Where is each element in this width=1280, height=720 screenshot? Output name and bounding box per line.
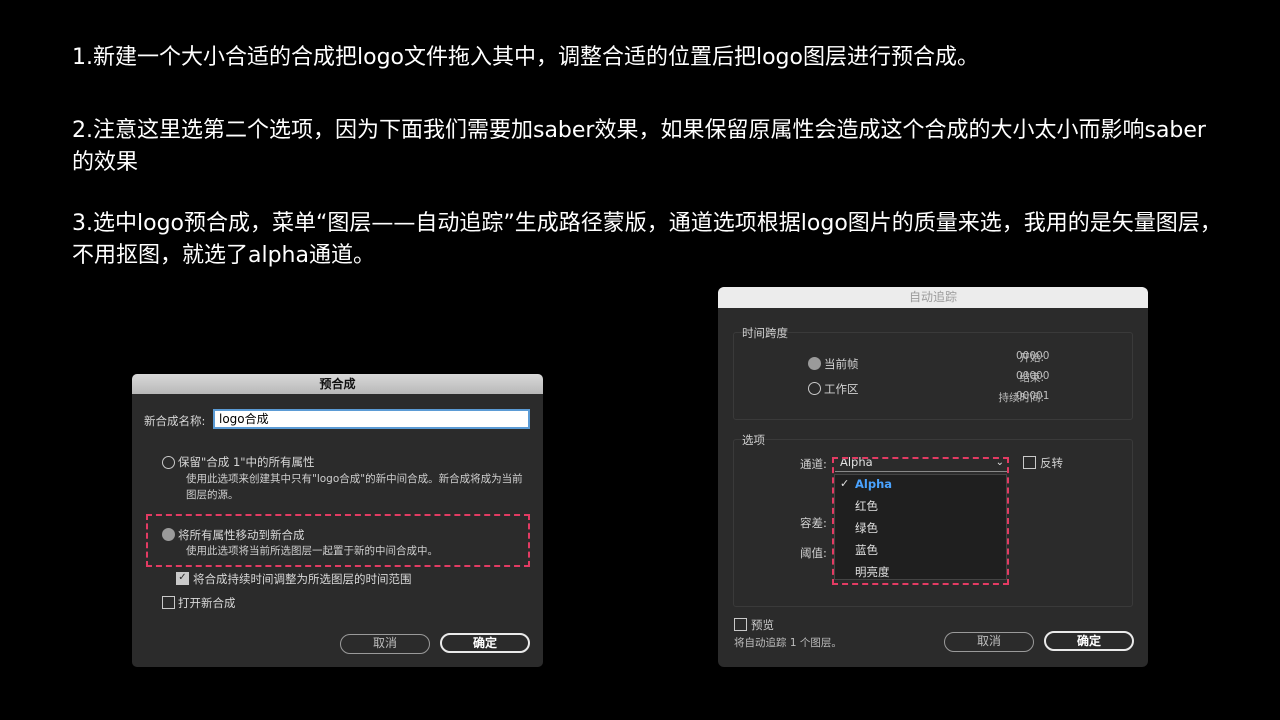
duration-value: 00001 bbox=[1016, 390, 1050, 402]
precompose-dialog: 预合成 新合成名称: logo合成 保留"合成 1"中的所有属性 使用此选项来创… bbox=[132, 374, 543, 667]
move-attributes-label: 将所有属性移动到新合成 bbox=[178, 528, 305, 542]
move-attributes-radio[interactable] bbox=[162, 528, 175, 541]
adjust-duration-label: 将合成持续时间调整为所选图层的时间范围 bbox=[193, 572, 412, 586]
ok-button[interactable]: 确定 bbox=[1044, 631, 1134, 651]
status-text: 将自动追踪 1 个图层。 bbox=[734, 637, 842, 649]
tolerance-label: 容差: bbox=[800, 516, 827, 530]
time-span-group bbox=[733, 332, 1133, 420]
threshold-label: 阈值: bbox=[800, 546, 827, 560]
precompose-title: 预合成 bbox=[132, 374, 543, 394]
preview-checkbox[interactable] bbox=[734, 618, 747, 631]
ok-button[interactable]: 确定 bbox=[440, 633, 530, 653]
channel-label: 通道: bbox=[800, 457, 827, 471]
open-new-comp-label: 打开新合成 bbox=[178, 596, 236, 610]
instruction-step-3: 3.选中logo预合成，菜单“图层——自动追踪”生成路径蒙版，通道选项根据log… bbox=[72, 211, 1222, 268]
new-comp-name-label: 新合成名称: bbox=[144, 414, 206, 428]
work-area-radio[interactable] bbox=[808, 382, 821, 395]
new-comp-name-input[interactable]: logo合成 bbox=[213, 409, 530, 429]
instruction-step-1: 1.新建一个大小合适的合成把logo文件拖入其中，调整合适的位置后把logo图层… bbox=[72, 45, 979, 70]
end-value: 00000 bbox=[1016, 370, 1050, 382]
work-area-label: 工作区 bbox=[824, 382, 859, 396]
start-value: 00000 bbox=[1016, 350, 1050, 362]
autotrace-dialog: 自动追踪 时间跨度 当前帧 工作区 开始: 00000 结束: 00000 持续… bbox=[718, 287, 1148, 667]
preview-label: 预览 bbox=[751, 618, 774, 632]
invert-label: 反转 bbox=[1040, 456, 1063, 470]
cancel-button[interactable]: 取消 bbox=[944, 632, 1034, 652]
current-frame-radio[interactable] bbox=[808, 357, 821, 370]
cancel-button[interactable]: 取消 bbox=[340, 634, 430, 654]
current-frame-label: 当前帧 bbox=[824, 357, 859, 371]
time-span-label: 时间跨度 bbox=[742, 326, 788, 340]
keep-attributes-description: 使用此选项来创建其中只有"logo合成"的新中间合成。新合成将成为当前图层的源。 bbox=[186, 473, 523, 501]
options-label: 选项 bbox=[742, 433, 765, 447]
invert-checkbox[interactable] bbox=[1023, 456, 1036, 469]
keep-attributes-label: 保留"合成 1"中的所有属性 bbox=[178, 455, 315, 469]
keep-attributes-radio[interactable] bbox=[162, 456, 175, 469]
move-attributes-description: 使用此选项将当前所选图层一起置于新的中间合成中。 bbox=[186, 545, 438, 557]
adjust-duration-checkbox[interactable]: ✓ bbox=[176, 572, 189, 585]
dropdown-highlight-box bbox=[832, 457, 1009, 585]
instruction-step-2: 2.注意这里选第二个选项，因为下面我们需要加saber效果，如果保留原属性会造成… bbox=[72, 118, 1206, 175]
open-new-comp-checkbox[interactable] bbox=[162, 596, 175, 609]
autotrace-title: 自动追踪 bbox=[718, 287, 1148, 308]
